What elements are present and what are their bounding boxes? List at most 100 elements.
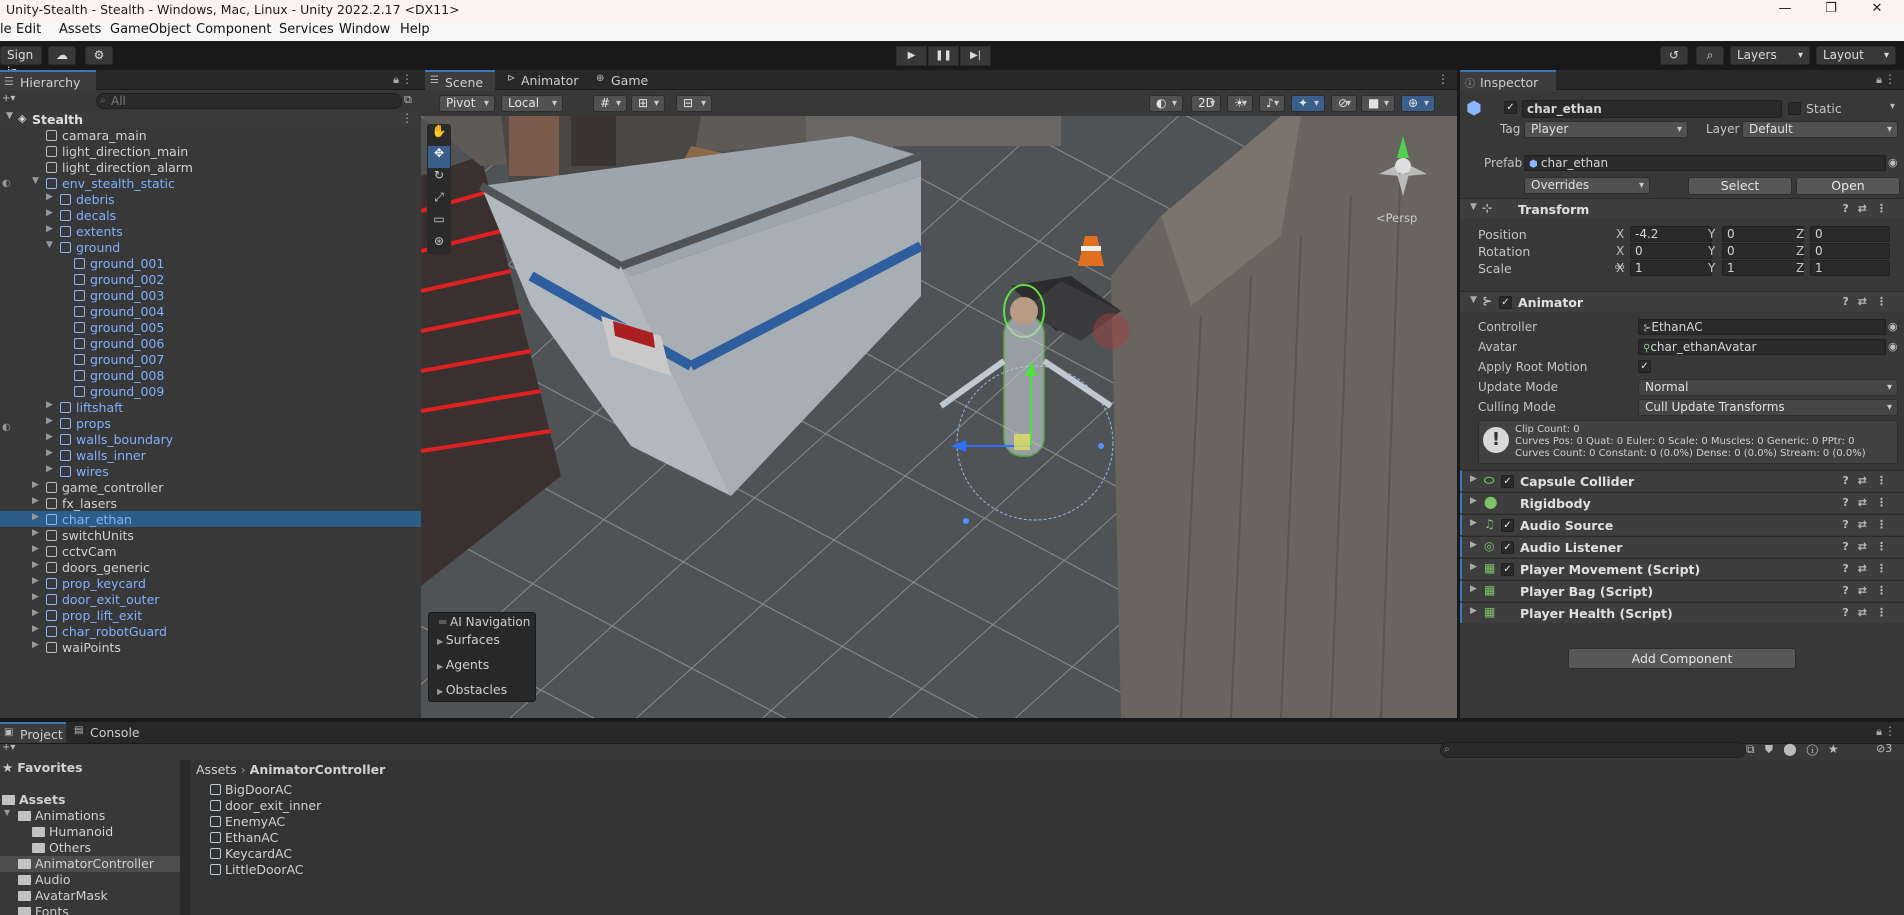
rotation-z-field[interactable]: 0 — [1810, 243, 1890, 259]
component-header[interactable]: ▶ ⬤ Rigidbody ?⇄⋮ — [1460, 492, 1904, 513]
hierarchy-row[interactable]: ground_004 — [0, 303, 421, 319]
more-icon[interactable]: ⋮ — [1884, 724, 1896, 738]
controller-field[interactable]: ⊱EthanAC — [1638, 319, 1886, 335]
expand-arrow-icon[interactable]: ▼ — [6, 111, 13, 121]
tab-animator[interactable]: ⊳ Animator — [501, 70, 587, 91]
folder-row[interactable]: Others — [0, 840, 180, 856]
tab-scene[interactable]: ☰ Scene — [425, 70, 495, 91]
static-dropdown-icon[interactable]: ▾ — [1890, 101, 1895, 112]
lighting-toggle-icon[interactable]: ☀ — [1227, 95, 1253, 112]
hierarchy-row[interactable]: ▶ props — [0, 415, 421, 431]
hierarchy-row[interactable]: ▶ liftshaft — [0, 399, 421, 415]
expand-arrow-icon[interactable]: ▶ — [46, 208, 56, 218]
expand-arrow-icon[interactable]: ▶ — [46, 464, 56, 474]
tab-project[interactable]: ▣ Project — [0, 722, 66, 743]
drag-handle-icon[interactable]: ═ — [439, 615, 450, 629]
component-header[interactable]: ▶ ⬭ ✓ Capsule Collider ?⇄⋮ — [1460, 470, 1904, 491]
folder-row[interactable]: Fonts — [0, 904, 180, 915]
component-actions-icon[interactable]: ?⇄⋮ — [1842, 496, 1896, 509]
expand-arrow-icon[interactable]: ▶ — [1470, 474, 1477, 484]
visibility-icon[interactable]: ◐ — [2, 178, 11, 189]
favorites-row[interactable]: ★ Favorites — [2, 760, 83, 776]
asset-row[interactable]: LittleDoorAC — [210, 862, 304, 878]
hierarchy-row[interactable]: ▶ char_robotGuard — [0, 623, 421, 639]
transform-tool-icon[interactable]: ⊛ — [428, 234, 450, 256]
hierarchy-row[interactable]: ground_005 — [0, 319, 421, 335]
visibility-icon[interactable]: ◐ — [2, 422, 11, 433]
overrides-dropdown[interactable]: Overrides — [1524, 177, 1650, 194]
expand-arrow-icon[interactable]: ▶ — [32, 480, 42, 490]
avatar-field[interactable]: ⚲char_ethanAvatar — [1638, 339, 1886, 355]
tab-inspector[interactable]: ⓘ Inspector — [1460, 70, 1556, 91]
rotation-x-field[interactable]: 0 — [1630, 243, 1712, 259]
object-name-field[interactable]: char_ethan — [1522, 100, 1782, 118]
hierarchy-row[interactable]: ground_008 — [0, 367, 421, 383]
position-z-field[interactable]: 0 — [1810, 226, 1890, 242]
component-header[interactable]: ▶ ▦ ✓ Player Movement (Script) ?⇄⋮ — [1460, 558, 1904, 579]
hierarchy-row[interactable]: camara_main — [0, 127, 421, 143]
culling-mode-dropdown[interactable]: Cull Update Transforms — [1638, 399, 1898, 416]
hierarchy-row[interactable]: ground_009 — [0, 383, 421, 399]
collapse-arrow-icon[interactable]: ▼ — [1470, 202, 1477, 212]
layer-dropdown[interactable]: Default — [1742, 121, 1898, 138]
scene-viewport[interactable]: ✋ ✥ ↻ ⤢ ▭ ⊛ <Persp ═ AI Navigation ▶ Sur… — [421, 116, 1457, 718]
expand-arrow-icon[interactable]: ▶ — [32, 528, 42, 538]
menu-edit[interactable]: Edit — [16, 22, 41, 37]
menu-help[interactable]: Help — [400, 22, 430, 37]
effects-dropdown[interactable]: ✦ — [1291, 95, 1325, 112]
hierarchy-row[interactable]: ▶ switchUnits — [0, 527, 421, 543]
component-header[interactable]: ▶ ▦ Player Health (Script) ?⇄⋮ — [1460, 602, 1904, 623]
hidden-objects-icon[interactable]: ⊘ — [1331, 95, 1357, 112]
menu-file[interactable]: le — [0, 22, 12, 37]
object-picker-icon[interactable]: ◉ — [1888, 320, 1898, 333]
component-enabled-checkbox[interactable]: ✓ — [1501, 563, 1514, 576]
expand-arrow-icon[interactable]: ▶ — [32, 640, 42, 650]
cloud-icon[interactable]: ☁ — [48, 46, 76, 65]
hierarchy-row[interactable]: ground_003 — [0, 287, 421, 303]
pivot-dropdown[interactable]: Pivot — [439, 95, 495, 112]
expand-arrow-icon[interactable]: ▶ — [32, 512, 42, 522]
ai-nav-agents[interactable]: ▶ Agents — [437, 657, 489, 672]
hierarchy-row[interactable]: ▶ wires — [0, 463, 421, 479]
select-button[interactable]: Select — [1688, 177, 1792, 195]
project-filter-icons[interactable]: ⧉⛊⬤ⓘ★ — [1746, 742, 1849, 757]
folder-row[interactable]: Audio — [0, 872, 180, 888]
tab-game[interactable]: ⊕ Game — [591, 70, 661, 91]
shading-mode-dropdown[interactable]: ◐ — [1149, 95, 1183, 112]
hierarchy-row[interactable]: ground_006 — [0, 335, 421, 351]
folder-row[interactable]: Humanoid — [0, 824, 180, 840]
asset-row[interactable]: EnemyAC — [210, 814, 285, 830]
breadcrumb-animatorcontroller[interactable]: AnimatorController — [250, 762, 386, 777]
expand-arrow-icon[interactable]: ▶ — [46, 416, 56, 426]
assets-row[interactable]: Assets — [2, 792, 65, 808]
minimize-icon[interactable]: — — [1762, 0, 1808, 20]
prefab-field[interactable]: ⬢ char_ethan — [1524, 155, 1886, 171]
expand-arrow-icon[interactable]: ▶ — [32, 624, 42, 634]
hierarchy-row[interactable]: ▶ prop_lift_exit — [0, 607, 421, 623]
more-icon[interactable]: ⋮ — [1884, 72, 1896, 86]
menu-services[interactable]: Services — [279, 22, 334, 37]
hierarchy-row[interactable]: ▶ extents — [0, 223, 421, 239]
play-button[interactable]: ▶ — [896, 46, 927, 66]
hidden-packages-count[interactable]: ⊘3 — [1876, 742, 1892, 755]
update-mode-dropdown[interactable]: Normal — [1638, 379, 1898, 396]
expand-arrow-icon[interactable]: ▶ — [46, 192, 56, 202]
hierarchy-row[interactable]: ▶ char_ethan — [0, 511, 421, 527]
hierarchy-row[interactable]: ▼ env_stealth_static — [0, 175, 421, 191]
component-actions-icon[interactable]: ?⇄⋮ — [1842, 474, 1896, 487]
component-actions-icon[interactable]: ?⇄⋮ — [1842, 562, 1896, 575]
perspective-label[interactable]: <Persp — [1376, 211, 1417, 225]
hierarchy-row[interactable]: ▶ door_exit_outer — [0, 591, 421, 607]
component-actions-icon[interactable]: ?⇄⋮ — [1842, 202, 1896, 215]
expand-arrow-icon[interactable]: ▶ — [32, 576, 42, 586]
local-dropdown[interactable]: Local — [501, 95, 563, 112]
expand-arrow-icon[interactable]: ▶ — [1470, 606, 1477, 616]
rect-tool-icon[interactable]: ▭ — [428, 212, 450, 234]
scale-tool-icon[interactable]: ⤢ — [428, 190, 450, 212]
mode-2d-button[interactable]: 2D — [1191, 95, 1221, 112]
expand-arrow-icon[interactable]: ▼ — [32, 176, 42, 186]
asset-row[interactable]: door_exit_inner — [210, 798, 321, 814]
filter-icon[interactable]: ⧉ — [404, 93, 412, 107]
search-icon[interactable]: ⌕ — [1696, 46, 1724, 65]
asset-row[interactable]: KeycardAC — [210, 846, 292, 862]
